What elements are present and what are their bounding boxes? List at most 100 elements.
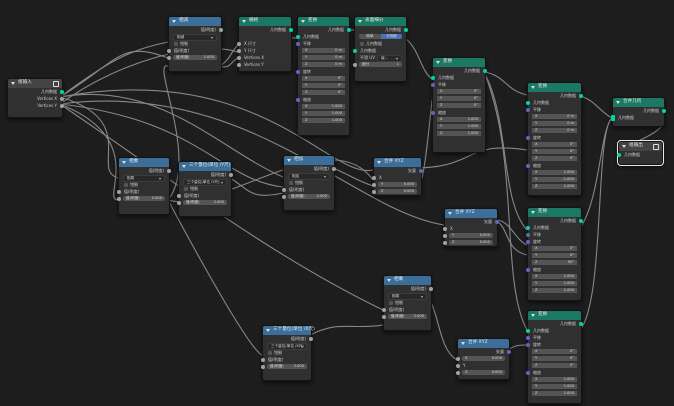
geometry-output-socket[interactable] (404, 27, 408, 32)
x-field[interactable]: X 1.000 (302, 104, 345, 109)
y-field[interactable]: Y 1.000 (532, 384, 577, 389)
multi-geometry-input-socket[interactable] (611, 114, 615, 121)
float-output-socket[interactable] (429, 286, 433, 291)
y-field[interactable]: Y 0° (302, 83, 345, 88)
y-field[interactable]: Y 1.000 (532, 281, 577, 286)
geometry-output-socket[interactable] (579, 93, 583, 98)
node-header[interactable]: 表面细分 (355, 17, 406, 26)
mode-catmull-button[interactable]: 卡特姆 (380, 34, 402, 39)
z-field[interactable]: Z 0° (302, 90, 345, 95)
x-field[interactable]: X 1.000 (437, 117, 481, 122)
vector-output-socket[interactable] (419, 168, 423, 173)
node-header[interactable]: 变换 (528, 83, 581, 92)
x-field[interactable]: X 0° (532, 349, 577, 354)
math-convert-node[interactable]: 三个量位(单位 /Y尺) 值(明度) 三个量位(单位 /Y尺) 钳制 值(明度)… (177, 161, 233, 217)
value-field[interactable]: 值(明度) 2.000 (288, 194, 330, 199)
float-output-socket[interactable] (60, 96, 64, 101)
clamp-checkbox[interactable] (184, 186, 188, 191)
collapse-chevron-icon[interactable] (461, 342, 465, 345)
float-input-socket[interactable] (353, 62, 357, 67)
float-output-socket[interactable] (167, 168, 171, 173)
y-field[interactable]: Y0 m (532, 121, 577, 126)
float-input-socket[interactable] (443, 240, 447, 245)
float-input-socket[interactable] (382, 307, 386, 312)
z-field[interactable]: Z0 m (532, 128, 577, 133)
x-field[interactable]: X 0° (437, 89, 481, 94)
collapse-chevron-icon[interactable] (531, 314, 535, 317)
z-field[interactable]: Z 1.000 (532, 288, 577, 293)
collapse-chevron-icon[interactable] (11, 82, 15, 85)
geometry-output-socket[interactable] (347, 27, 351, 32)
collapse-chevron-icon[interactable] (531, 211, 535, 214)
node-header[interactable]: 相乘 (119, 158, 169, 167)
clamp-checkbox[interactable] (268, 350, 272, 355)
node-header[interactable]: 合并 XYZ (458, 339, 509, 348)
subdivision-surface-node[interactable]: 表面细分 几何数据 简单 卡特姆 几何数据 几何数据 保… 平滑 UV 细分 1 (353, 16, 408, 82)
clamp-checkbox[interactable] (289, 180, 293, 185)
pin-icon[interactable] (653, 144, 659, 150)
geometry-input-socket[interactable] (617, 152, 621, 157)
transform-node[interactable]: 变换 几何数据 几何数据 平移 X0 m Y0 m Z0 m 旋转 X 0° Y0… (526, 82, 583, 196)
collapse-chevron-icon[interactable] (301, 20, 305, 23)
float-input-socket[interactable] (456, 363, 460, 368)
subdivision-mode-toggle[interactable]: 简单 卡特姆 (359, 34, 402, 39)
float-input-socket[interactable] (167, 48, 171, 53)
y-field[interactable]: Y0 m (302, 55, 345, 60)
clamp-checkbox[interactable] (174, 41, 178, 46)
z-field[interactable]: Z 0° (532, 363, 577, 368)
y-field[interactable]: Y 0° (532, 356, 577, 361)
vector-input-socket[interactable] (526, 239, 530, 244)
geometry-input-socket[interactable] (526, 225, 530, 230)
node-header[interactable]: 组输入 (8, 79, 62, 88)
geometry-output-socket[interactable] (60, 89, 64, 94)
combine-xyz-node[interactable]: 合并 XYZ 矢量 X 0.000 Y Z 0.000 (456, 338, 511, 380)
float-input-socket[interactable] (456, 370, 460, 375)
vector-input-socket[interactable] (526, 267, 530, 272)
transform-node[interactable]: 变换 几何数据 几何数据 平移 X 0° Y 0° Z 0° 缩放 X 1.000 Y1… (431, 57, 487, 153)
collapse-chevron-icon[interactable] (122, 161, 126, 164)
geometry-output-socket[interactable] (483, 68, 487, 73)
z-field[interactable]: Z0 m (302, 62, 345, 67)
node-header[interactable]: 合并 XYZ (374, 158, 421, 167)
float-input-socket[interactable] (372, 175, 376, 180)
geometry-output-socket[interactable] (579, 218, 583, 223)
x-field[interactable]: X0 m (302, 48, 345, 53)
vector-input-socket[interactable] (296, 97, 300, 102)
collapse-chevron-icon[interactable] (242, 20, 246, 23)
transform-node[interactable]: 变换 几何数据 几何数据 平移 旋转 X 0° Y 0° Z 90° 缩放 X 1.00… (526, 207, 583, 301)
node-header[interactable]: 合并几何 (613, 98, 664, 107)
geometry-output-socket[interactable] (289, 27, 293, 32)
node-header[interactable]: 相减 (169, 17, 221, 26)
level-field[interactable]: 细分 1 (359, 62, 402, 67)
float-input-socket[interactable] (167, 55, 171, 60)
float-input-socket[interactable] (282, 194, 286, 199)
z-field[interactable]: Z 1.000 (532, 184, 577, 189)
y-field[interactable]: Y 0.000 (449, 233, 493, 238)
geometry-output-socket[interactable] (662, 108, 666, 113)
float-input-socket[interactable] (382, 314, 386, 319)
float-input-socket[interactable] (117, 189, 121, 194)
float-input-socket[interactable] (443, 226, 447, 231)
z-field[interactable]: Z 90° (532, 260, 577, 265)
vector-input-socket[interactable] (431, 82, 435, 87)
vector-input-socket[interactable] (296, 41, 300, 46)
group-output-node[interactable]: 组输出 几何数据 (617, 140, 664, 166)
x-field[interactable]: X 1.000 (532, 170, 577, 175)
node-header[interactable]: 变换 (433, 58, 485, 67)
collapse-chevron-icon[interactable] (448, 212, 452, 215)
geometry-input-socket[interactable] (526, 328, 530, 333)
math-multiply-node[interactable]: 相乘 值(明度) 相乘 钳制 值(明度) 值(明度) 2.000 (382, 275, 433, 331)
node-header[interactable]: 组输出 (619, 142, 662, 151)
value-field[interactable]: 值(明度) 2.000 (183, 200, 227, 205)
collapse-chevron-icon[interactable] (172, 20, 176, 23)
value-field[interactable]: 值(明度) 2.000 (388, 314, 427, 319)
vector-input-socket[interactable] (526, 135, 530, 140)
group-input-node[interactable]: 组输入 几何数据 Vertices X Vertices Y (7, 78, 64, 118)
float-input-socket[interactable] (282, 187, 286, 192)
float-input-socket[interactable] (372, 189, 376, 194)
z-field[interactable]: Z 0.000 (462, 370, 505, 375)
vector-output-socket[interactable] (507, 349, 511, 354)
clamp-checkbox[interactable] (389, 300, 393, 305)
combine-xyz-node[interactable]: 合并 XYZ 矢量 X Y 0.000 Z 0.000 (443, 208, 499, 247)
z-field[interactable]: Z 0° (437, 103, 481, 108)
